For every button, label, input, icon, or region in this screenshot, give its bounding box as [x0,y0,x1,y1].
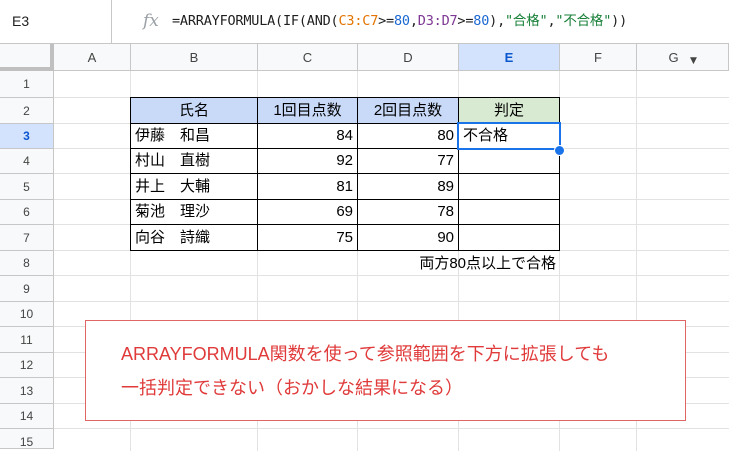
formula-token: >= [378,13,394,29]
gridline [54,428,729,429]
table-cell-score1[interactable]: 75 [257,224,358,251]
annotation-line-1: ARRAYFORMULA関数を使って参照範囲を下方に拡張しても [121,344,610,364]
table-cell-result[interactable] [458,224,560,251]
table-cell-result[interactable] [458,199,560,225]
table-cell-score2[interactable]: 89 [357,173,459,200]
column-header-g[interactable]: G [637,44,729,71]
formula-bar: E3 fx =ARRAYFORMULA(IF(AND(C3:C7>=80,D3:… [0,0,729,44]
row-header-1[interactable]: 1 [0,71,54,98]
row-header-14[interactable]: 14 [0,404,54,429]
row-header-5[interactable]: 5 [0,174,54,200]
table-cell-name[interactable]: 菊池 理沙 [130,199,258,225]
column-header-c[interactable]: C [258,44,358,71]
formula-token: D3:D7 [417,13,458,29]
header-cell-name[interactable]: 氏名 [130,97,258,124]
formula-token: >= [457,13,474,29]
formula-input[interactable]: =ARRAYFORMULA(IF(AND(C3:C7>=80,D3:D7>=80… [172,0,627,43]
formula-token: 80 [393,13,410,29]
footnote-text: 両方80点以上で合格 [419,255,556,272]
formula-token: 80 [473,13,490,29]
formula-token: )) [611,13,628,29]
row-header-13[interactable]: 13 [0,378,54,404]
formula-token: "不合格" [555,13,612,29]
column-header-b[interactable]: B [131,44,258,71]
formula-token: C3:C7 [338,13,379,29]
select-all-corner[interactable] [0,44,54,71]
row-header-7[interactable]: 7 [0,225,54,251]
table-cell-score1[interactable]: 81 [257,173,358,200]
row-header-12[interactable]: 12 [0,353,54,378]
active-cell-outline [457,122,561,150]
fill-handle[interactable] [554,145,565,156]
header-cell-score1[interactable]: 1回目点数 [257,97,358,124]
formula-token: "合格" [505,13,548,29]
formula-token: =ARRAYFORMULA(IF(AND( [172,13,339,29]
column-header-a[interactable]: A [54,44,131,71]
table-cell-score1[interactable]: 84 [257,123,358,149]
table-cell-score2[interactable]: 90 [357,224,459,251]
annotation-line-2: 一括判定できない（おかしな結果になる） [121,378,463,398]
row-header-15[interactable]: 15 [0,429,54,449]
table-cell-score2[interactable]: 80 [357,123,459,149]
column-header-e[interactable]: E [459,44,560,71]
header-cell-result[interactable]: 判定 [458,97,560,124]
table-cell-result[interactable] [458,148,560,174]
row-header-10[interactable]: 10 [0,302,54,327]
table-cell-score1[interactable]: 92 [257,148,358,174]
table-cell-name[interactable]: 村山 直樹 [130,148,258,174]
chevron-down-icon[interactable]: ▼ [690,56,697,66]
table-cell-name[interactable]: 伊藤 和昌 [130,123,258,149]
table-cell-result[interactable] [458,173,560,200]
table-cell-score2[interactable]: 77 [357,148,459,174]
fx-icon: fx [143,11,159,31]
row-header-11[interactable]: 11 [0,327,54,353]
table-cell-name[interactable]: 向谷 詩織 [130,224,258,251]
formula-token: ), [489,13,505,29]
column-header-f[interactable]: F [560,44,637,71]
table-cell-score1[interactable]: 69 [257,199,358,225]
column-header-d[interactable]: D [358,44,459,71]
row-header-8[interactable]: 8 [0,251,54,276]
formula-token: , [409,13,418,29]
name-box[interactable]: E3 [0,0,112,43]
annotation-box: ARRAYFORMULA関数を使って参照範囲を下方に拡張しても 一括判定できない… [85,320,686,421]
gridline [54,301,729,302]
row-header-6[interactable]: 6 [0,200,54,225]
table-cell-name[interactable]: 井上 大輔 [130,173,258,200]
row-header-4[interactable]: 4 [0,149,54,174]
row-header-9[interactable]: 9 [0,276,54,302]
row-header-3[interactable]: 3 [0,124,54,149]
row-header-2[interactable]: 2 [0,98,54,124]
header-cell-score2[interactable]: 2回目点数 [357,97,459,124]
table-cell-score2[interactable]: 78 [357,199,459,225]
